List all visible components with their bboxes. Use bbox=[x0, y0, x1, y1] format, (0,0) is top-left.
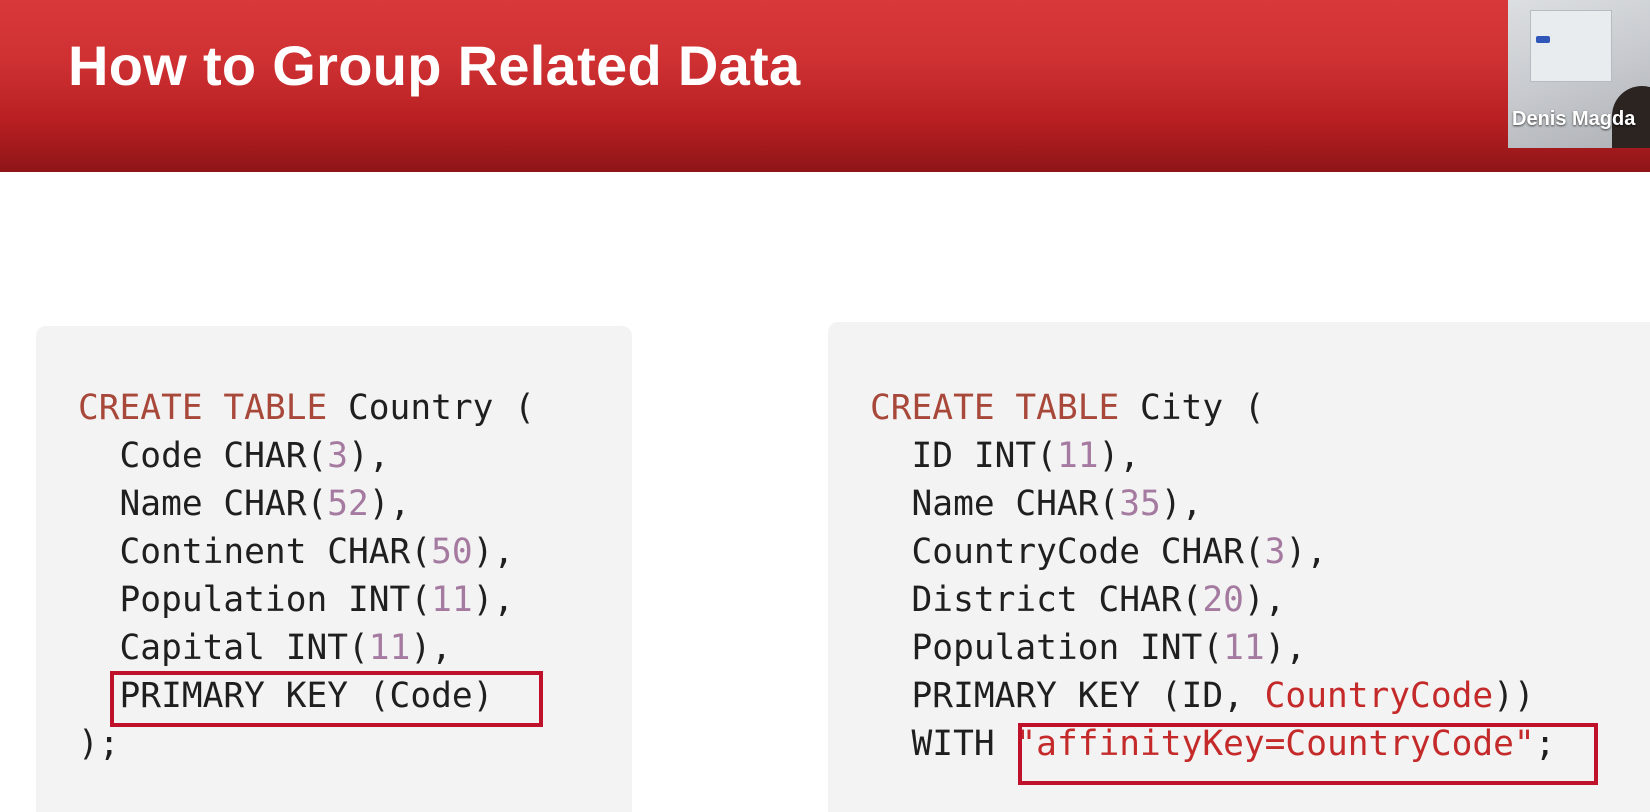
code-line: CountryCode CHAR(3), bbox=[870, 532, 1327, 572]
code-token-num: 11 bbox=[1223, 628, 1265, 668]
code-token: WITH bbox=[870, 724, 1016, 764]
code-line: CREATE TABLE City ( bbox=[870, 388, 1265, 428]
code-line: Population INT(11), bbox=[870, 628, 1307, 668]
code-token: Country ( bbox=[327, 388, 535, 428]
slide: How to Group Related Data Denis Magda CR… bbox=[0, 0, 1650, 812]
code-token: ), bbox=[1285, 532, 1327, 572]
code-line: Population INT(11), bbox=[78, 580, 515, 620]
code-token-num: 11 bbox=[1056, 436, 1099, 476]
code-token: )) bbox=[1493, 676, 1535, 716]
primary-key-highlight bbox=[110, 671, 543, 727]
code-token: District CHAR( bbox=[870, 580, 1203, 620]
presenter-name: Denis Magda bbox=[1512, 108, 1636, 130]
code-line: Name CHAR(52), bbox=[78, 484, 411, 524]
code-token: ); bbox=[78, 724, 120, 764]
code-token: Population INT( bbox=[870, 628, 1224, 668]
code-token: ), bbox=[1243, 580, 1286, 620]
code-token-num: 3 bbox=[1264, 532, 1286, 572]
code-token: ID INT( bbox=[870, 436, 1057, 476]
code-token: CountryCode CHAR( bbox=[870, 532, 1265, 572]
title-banner: How to Group Related Data bbox=[0, 0, 1650, 172]
code-token: Continent CHAR( bbox=[78, 532, 432, 572]
code-line: District CHAR(20), bbox=[870, 580, 1286, 620]
code-line: ); bbox=[78, 724, 120, 764]
code-token: ), bbox=[410, 628, 452, 668]
slide-title: How to Group Related Data bbox=[68, 34, 801, 97]
code-token: PRIMARY KEY (ID, bbox=[870, 676, 1265, 716]
code-token-num: 50 bbox=[431, 532, 473, 572]
code-token: Population INT( bbox=[78, 580, 432, 620]
presenter-webcam: Denis Magda bbox=[1508, 0, 1650, 148]
code-token: Capital INT( bbox=[78, 628, 369, 668]
code-token-kw: CREATE TABLE bbox=[870, 388, 1120, 428]
code-token: ), bbox=[472, 532, 515, 572]
code-token-num: 35 bbox=[1119, 484, 1161, 524]
code-token: Code CHAR( bbox=[78, 436, 328, 476]
code-token: ), bbox=[348, 436, 390, 476]
affinity-key-highlight bbox=[1018, 723, 1598, 785]
code-line: PRIMARY KEY (ID, CountryCode)) bbox=[870, 676, 1535, 716]
code-line: ID INT(11), bbox=[870, 436, 1141, 476]
city-create-table-code: CREATE TABLE City ( ID INT(11), Name CHA… bbox=[870, 384, 1555, 768]
code-token: ), bbox=[1264, 628, 1307, 668]
code-line: Continent CHAR(50), bbox=[78, 532, 515, 572]
code-token: Name CHAR( bbox=[78, 484, 328, 524]
code-token-num: 52 bbox=[327, 484, 369, 524]
code-token-num: 20 bbox=[1202, 580, 1244, 620]
code-line: Name CHAR(35), bbox=[870, 484, 1203, 524]
marker bbox=[1536, 36, 1550, 43]
code-token-str: CountryCode bbox=[1264, 676, 1494, 716]
code-token-num: 11 bbox=[431, 580, 473, 620]
whiteboard bbox=[1530, 10, 1612, 82]
code-line: CREATE TABLE Country ( bbox=[78, 388, 535, 428]
code-line: Capital INT(11), bbox=[78, 628, 452, 668]
code-token-kw: CREATE TABLE bbox=[78, 388, 328, 428]
code-token: ), bbox=[368, 484, 411, 524]
code-token-num: 3 bbox=[327, 436, 349, 476]
code-token: City ( bbox=[1119, 388, 1265, 428]
code-token: ), bbox=[1160, 484, 1203, 524]
code-token-num: 11 bbox=[368, 628, 411, 668]
code-token: ), bbox=[472, 580, 515, 620]
code-line: Code CHAR(3), bbox=[78, 436, 390, 476]
code-token: Name CHAR( bbox=[870, 484, 1120, 524]
code-token: ), bbox=[1098, 436, 1141, 476]
